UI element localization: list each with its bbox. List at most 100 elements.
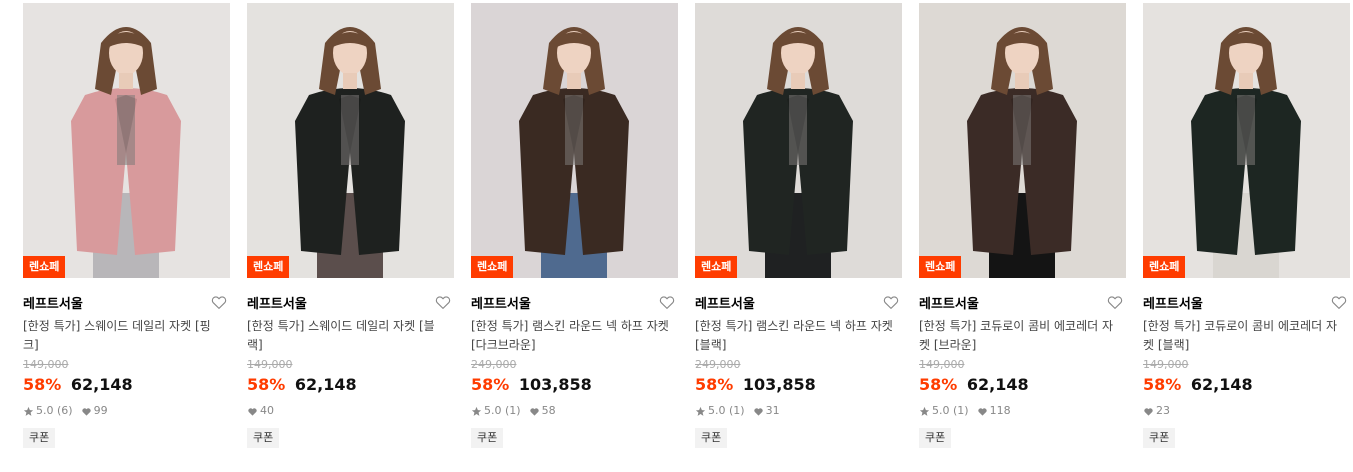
- rating-text: 5.0 (1): [708, 404, 745, 417]
- heart-filled-icon: [81, 407, 91, 416]
- product-title[interactable]: [한정 특가] 코듀로이 콤비 에코레더 자켓 [블랙]: [1143, 317, 1343, 355]
- likes: 99: [81, 402, 108, 420]
- product-title[interactable]: [한정 특가] 램스킨 라운드 넥 하프 자켓 [블랙]: [695, 317, 895, 355]
- wishlist-heart-icon[interactable]: [210, 293, 228, 311]
- star-icon: [471, 406, 482, 416]
- product-title[interactable]: [한정 특가] 스웨이드 데일리 자켓 [핑크]: [23, 317, 223, 355]
- star-icon: [695, 406, 706, 416]
- rating: 5.0 (1): [919, 402, 969, 420]
- product-card[interactable]: 렌쇼페 레프트서울 [한정 특가] 코듀로이 콤비 에코레더 자켓 [블랙] 1…: [1143, 3, 1350, 448]
- promo-badge: 렌쇼페: [471, 256, 514, 278]
- brand-name[interactable]: 레프트서울: [247, 297, 307, 312]
- discount-rate: 58%: [23, 375, 62, 394]
- product-title[interactable]: [한정 특가] 램스킨 라운드 넥 하프 자켓 [다크브라운]: [471, 317, 671, 355]
- original-price: 149,000: [1143, 358, 1189, 371]
- heart-filled-icon: [1144, 407, 1153, 416]
- original-price: 149,000: [247, 358, 293, 371]
- discount-rate: 58%: [695, 375, 734, 394]
- heart-filled-icon: [529, 407, 539, 416]
- product-card[interactable]: 렌쇼페 레프트서울 [한정 특가] 코듀로이 콤비 에코레더 자켓 [브라운] …: [919, 3, 1126, 448]
- likes: 23: [1143, 402, 1170, 420]
- rating: 5.0 (1): [695, 402, 745, 420]
- rating-text: 5.0 (6): [36, 404, 73, 417]
- product-stats: 5.0 (1) 58: [471, 402, 678, 420]
- brand-row: 레프트서울: [471, 293, 678, 313]
- likes-count: 31: [765, 404, 780, 417]
- likes-count: 58: [541, 404, 556, 417]
- product-stats: 5.0 (1) 118: [919, 402, 1126, 420]
- coupon-tag[interactable]: 쿠폰: [23, 428, 56, 448]
- brand-row: 레프트서울: [247, 293, 454, 313]
- wishlist-heart-icon[interactable]: [1330, 293, 1348, 311]
- price-row: 58% 62,148: [247, 374, 454, 396]
- brand-name[interactable]: 레프트서울: [471, 297, 531, 312]
- discount-rate: 58%: [919, 375, 958, 394]
- coupon-tag[interactable]: 쿠폰: [471, 428, 504, 448]
- product-stats: 40: [247, 402, 454, 420]
- product-stats: 5.0 (6) 99: [23, 402, 230, 420]
- likes-count: 40: [260, 404, 274, 417]
- product-stats: 23: [1143, 402, 1350, 420]
- model-photo: [247, 3, 454, 278]
- rating: 5.0 (6): [23, 402, 73, 420]
- sale-price: 62,148: [70, 375, 133, 394]
- price-row: 58% 62,148: [23, 374, 230, 396]
- product-image[interactable]: 렌쇼페: [695, 3, 902, 278]
- likes: 118: [977, 402, 1011, 420]
- brand-row: 레프트서울: [695, 293, 902, 313]
- likes: 31: [753, 402, 780, 420]
- product-card[interactable]: 렌쇼페 레프트서울 [한정 특가] 스웨이드 데일리 자켓 [핑크] 149,0…: [23, 3, 230, 448]
- coupon-tag[interactable]: 쿠폰: [919, 428, 952, 448]
- model-photo: [471, 3, 678, 278]
- price-row: 58% 103,858: [695, 374, 902, 396]
- model-photo: [23, 3, 230, 278]
- wishlist-heart-icon[interactable]: [658, 293, 676, 311]
- coupon-tag[interactable]: 쿠폰: [247, 428, 280, 448]
- product-title[interactable]: [한정 특가] 코듀로이 콤비 에코레더 자켓 [브라운]: [919, 317, 1119, 355]
- star-icon: [919, 406, 930, 416]
- model-photo: [919, 3, 1126, 278]
- original-price: 149,000: [23, 358, 69, 371]
- promo-badge: 렌쇼페: [1143, 256, 1186, 278]
- product-image[interactable]: 렌쇼페: [247, 3, 454, 278]
- likes: 58: [529, 402, 556, 420]
- likes: 40: [247, 402, 274, 420]
- brand-row: 레프트서울: [919, 293, 1126, 313]
- discount-rate: 58%: [1143, 375, 1182, 394]
- original-price: 149,000: [919, 358, 965, 371]
- heart-filled-icon: [977, 407, 987, 416]
- sale-price: 62,148: [966, 375, 1029, 394]
- brand-row: 레프트서울: [23, 293, 230, 313]
- rating-text: 5.0 (1): [484, 404, 521, 417]
- sale-price: 103,858: [742, 375, 816, 394]
- wishlist-heart-icon[interactable]: [1106, 293, 1124, 311]
- promo-badge: 렌쇼페: [695, 256, 738, 278]
- product-image[interactable]: 렌쇼페: [23, 3, 230, 278]
- product-title[interactable]: [한정 특가] 스웨이드 데일리 자켓 [블랙]: [247, 317, 447, 355]
- brand-row: 레프트서울: [1143, 293, 1350, 313]
- likes-count: 118: [989, 404, 1011, 417]
- sale-price: 62,148: [1190, 375, 1253, 394]
- price-row: 58% 62,148: [1143, 374, 1350, 396]
- discount-rate: 58%: [471, 375, 510, 394]
- product-image[interactable]: 렌쇼페: [1143, 3, 1350, 278]
- star-icon: [23, 406, 34, 416]
- product-card[interactable]: 렌쇼페 레프트서울 [한정 특가] 램스킨 라운드 넥 하프 자켓 [블랙] 2…: [695, 3, 902, 448]
- coupon-tag[interactable]: 쿠폰: [695, 428, 728, 448]
- wishlist-heart-icon[interactable]: [882, 293, 900, 311]
- price-row: 58% 103,858: [471, 374, 678, 396]
- product-image[interactable]: 렌쇼페: [471, 3, 678, 278]
- likes-count: 99: [93, 404, 108, 417]
- brand-name[interactable]: 레프트서울: [23, 297, 83, 312]
- coupon-tag[interactable]: 쿠폰: [1143, 428, 1176, 448]
- product-card[interactable]: 렌쇼페 레프트서울 [한정 특가] 램스킨 라운드 넥 하프 자켓 [다크브라운…: [471, 3, 678, 448]
- product-card[interactable]: 렌쇼페 레프트서울 [한정 특가] 스웨이드 데일리 자켓 [블랙] 149,0…: [247, 3, 454, 448]
- brand-name[interactable]: 레프트서울: [919, 297, 979, 312]
- original-price: 249,000: [695, 358, 741, 371]
- promo-badge: 렌쇼페: [247, 256, 290, 278]
- product-image[interactable]: 렌쇼페: [919, 3, 1126, 278]
- brand-name[interactable]: 레프트서울: [695, 297, 755, 312]
- original-price: 249,000: [471, 358, 517, 371]
- wishlist-heart-icon[interactable]: [434, 293, 452, 311]
- brand-name[interactable]: 레프트서울: [1143, 297, 1203, 312]
